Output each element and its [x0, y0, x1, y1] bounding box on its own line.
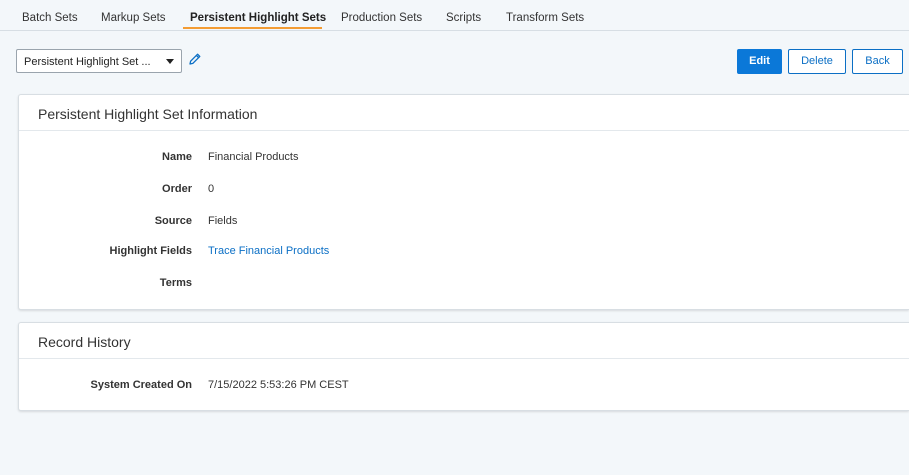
pencil-icon[interactable] — [188, 52, 202, 66]
highlight-field-link[interactable]: Trace Financial Products — [208, 245, 329, 257]
field-value-order: 0 — [208, 183, 215, 195]
field-value-system-created-on: 7/15/2022 5:53:26 PM CEST — [208, 379, 349, 391]
info-panel: Persistent Highlight Set Information Nam… — [18, 94, 909, 310]
field-label-terms: Terms — [159, 277, 192, 289]
tab-persistent-highlight-sets[interactable]: Persistent Highlight Sets — [190, 12, 326, 24]
tab-production-sets[interactable]: Production Sets — [341, 12, 422, 24]
record-history-title: Record History — [38, 334, 131, 350]
record-history-panel: Record History System Created On 7/15/20… — [18, 322, 909, 411]
active-tab-indicator — [183, 27, 322, 29]
field-value-source: Fields — [208, 215, 238, 227]
tab-transform-sets[interactable]: Transform Sets — [506, 12, 584, 24]
tab-batch-sets[interactable]: Batch Sets — [22, 12, 78, 24]
back-button[interactable]: Back — [852, 49, 903, 74]
field-label-system-created-on: System Created On — [90, 379, 192, 391]
info-panel-header: Persistent Highlight Set Information — [19, 95, 909, 131]
delete-button[interactable]: Delete — [788, 49, 846, 74]
edit-button[interactable]: Edit — [737, 49, 782, 74]
field-label-order: Order — [162, 183, 192, 195]
tab-markup-sets[interactable]: Markup Sets — [101, 12, 166, 24]
field-label-source: Source — [154, 215, 192, 227]
field-label-name: Name — [162, 151, 192, 163]
caret-down-icon — [166, 59, 174, 64]
tab-scripts[interactable]: Scripts — [446, 12, 481, 24]
info-panel-title: Persistent Highlight Set Information — [38, 106, 258, 122]
tab-bar: Batch Sets Markup Sets Persistent Highli… — [0, 0, 909, 31]
field-value-name: Financial Products — [208, 151, 299, 163]
highlight-set-selector[interactable]: Persistent Highlight Set ... — [16, 49, 182, 73]
selector-value: Persistent Highlight Set ... — [24, 56, 151, 68]
record-history-header: Record History — [19, 323, 909, 359]
field-label-highlight-fields: Highlight Fields — [109, 245, 193, 257]
